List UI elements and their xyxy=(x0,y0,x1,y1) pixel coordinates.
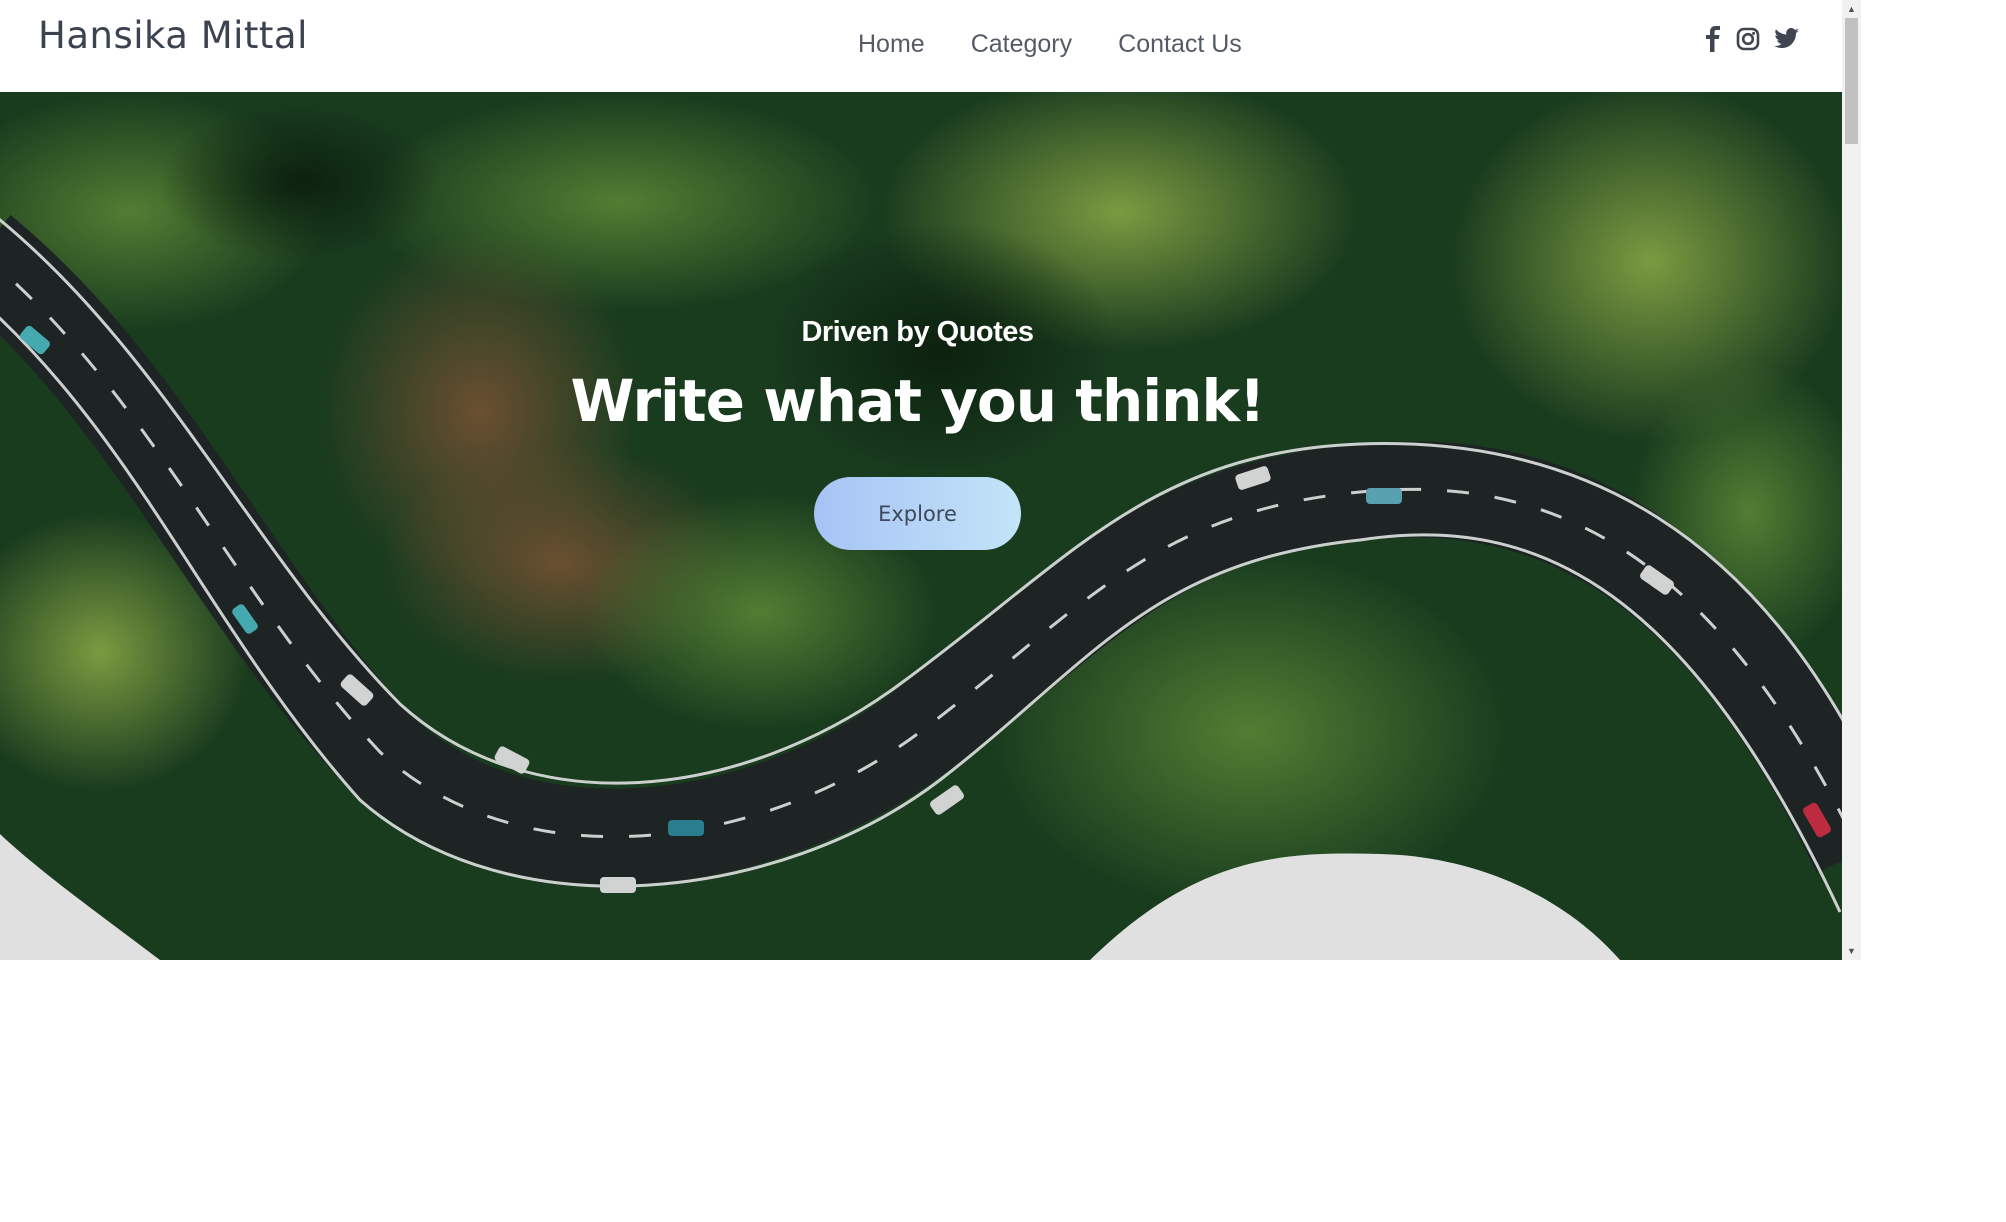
social-links xyxy=(1704,26,1800,57)
twitter-icon[interactable] xyxy=(1774,27,1800,55)
site-brand[interactable]: Hansika Mittal xyxy=(38,14,308,57)
scrollbar-thumb[interactable] xyxy=(1845,18,1858,144)
hero-content: Driven by Quotes Write what you think! E… xyxy=(0,316,1835,550)
hero-subtitle: Driven by Quotes xyxy=(801,316,1034,348)
scroll-down-arrow-icon[interactable]: ▼ xyxy=(1842,942,1861,960)
hero-section: Driven by Quotes Write what you think! E… xyxy=(0,92,1842,960)
site-header: Hansika Mittal Home Category Contact Us xyxy=(0,0,1842,92)
instagram-icon[interactable] xyxy=(1736,27,1760,56)
hero-title: Write what you think! xyxy=(570,367,1266,435)
page-scrollbar[interactable]: ▲ ▼ xyxy=(1842,0,1861,960)
nav-contact-us-link[interactable]: Contact Us xyxy=(1118,30,1242,59)
explore-button[interactable]: Explore xyxy=(814,477,1021,550)
main-nav: Home Category Contact Us xyxy=(858,30,1242,59)
nav-category-link[interactable]: Category xyxy=(971,30,1072,59)
facebook-icon[interactable] xyxy=(1704,26,1722,57)
nav-home-link[interactable]: Home xyxy=(858,30,925,59)
scroll-up-arrow-icon[interactable]: ▲ xyxy=(1842,0,1861,18)
